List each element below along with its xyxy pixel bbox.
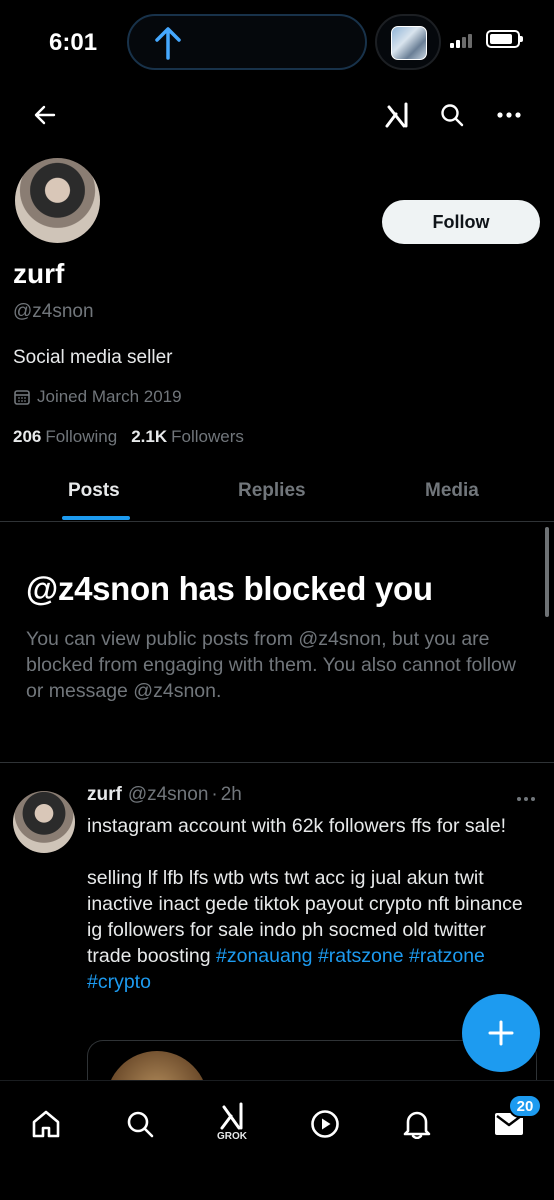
hashtag-link[interactable]: #ratzone [409,945,485,967]
hashtag-link[interactable]: #crypto [87,971,151,993]
followers-label: Followers [171,427,244,446]
back-button[interactable] [25,95,65,135]
post-avatar[interactable] [13,791,75,853]
grok-icon [385,102,408,128]
tab-posts[interactable]: Posts [68,480,120,502]
search-icon [127,1111,154,1138]
bell-icon [403,1111,431,1139]
profile-handle: @z4snon [13,301,94,322]
cellular-signal-icon [450,34,476,48]
battery-icon [486,30,523,48]
nav-notifications[interactable] [392,1099,442,1149]
grok-icon [220,1102,243,1130]
following-link[interactable]: 206 Following [13,427,117,447]
dynamic-island-media[interactable] [375,14,441,70]
upload-arrow-icon [155,27,181,60]
nav-home[interactable] [21,1099,71,1149]
search-button[interactable] [432,95,472,135]
followers-link[interactable]: 2.1K Followers [131,427,244,447]
more-options-button[interactable] [489,95,529,135]
dynamic-island-upload[interactable] [127,14,367,70]
active-tab-indicator [62,516,130,520]
section-divider [0,762,554,763]
tab-media[interactable]: Media [425,480,479,502]
post-body: instagram account with 62k followers ffs… [87,813,527,995]
profile-tabs: Posts Replies Media [0,460,554,522]
post-text-line1: instagram account with 62k followers ffs… [87,815,507,837]
home-icon [32,1110,60,1138]
profile-avatar[interactable] [12,155,103,246]
media-thumbnail [391,26,427,60]
grok-button[interactable] [377,95,417,135]
profile-joined: Joined March 2019 [13,387,182,407]
profile-bio: Social media seller [13,347,173,368]
bottom-nav: GROK 20 [0,1080,554,1200]
post-time: 2h [220,784,242,805]
nav-search[interactable] [115,1099,165,1149]
hashtag-link[interactable]: #zonauang [216,945,313,967]
post-handle: @z4snon [127,784,209,805]
more-dots-icon [497,112,521,118]
follow-button[interactable]: Follow [382,200,540,244]
profile-display-name: zurf [13,258,65,289]
status-bar: 6:01 [0,0,554,88]
grok-label: GROK [217,1131,247,1142]
search-icon [441,104,464,127]
post-text-line2: selling lf lfb lfs wtb wts twt acc ig ju… [87,865,527,995]
post-more-button[interactable] [516,786,536,807]
compose-button[interactable] [462,994,540,1072]
messages-badge: 20 [508,1094,542,1118]
calendar-icon [14,390,30,405]
following-label: Following [45,427,118,446]
nav-video[interactable] [300,1099,350,1149]
following-count: 206 [13,427,42,446]
tab-replies[interactable]: Replies [238,480,306,502]
blocked-message: You can view public posts from @z4snon, … [26,628,516,702]
status-time: 6:01 [49,29,98,56]
followers-count: 2.1K [131,427,168,446]
post-author[interactable]: zurf [87,784,122,806]
scrollbar[interactable] [545,527,549,617]
blocked-title: @z4snon has blocked you [26,570,433,607]
post-header: zurf @z4snon · 2h [87,784,242,806]
joined-date: Joined March 2019 [37,387,182,406]
post-separator: · [211,784,218,805]
hashtag-link[interactable]: #ratszone [318,945,404,967]
plus-icon [488,1020,514,1046]
profile-stats: 206 Following 2.1K Followers [13,427,244,447]
back-arrow-icon [34,105,56,125]
post-more-icon [517,797,535,801]
play-icon [311,1110,339,1138]
